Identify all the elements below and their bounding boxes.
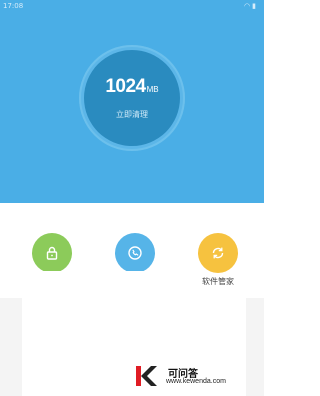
status-icons: ◠▮ [244,2,258,10]
wifi-icon: ◠ [244,2,253,10]
clean-button[interactable] [84,50,180,146]
phone-shield-icon [128,246,142,260]
junk-size-unit: MB [146,85,159,94]
watermark-url: www.kewenda.com [166,378,226,385]
software-manager-label: 软件管家 [202,277,234,286]
junk-size-value: 1024 [105,76,146,97]
tool-lock-button[interactable] [32,233,72,273]
clean-now-label: 立即清理 [116,110,148,119]
kewenda-logo [136,366,157,386]
junk-size-readout: 1024MB [84,76,180,98]
status-time: 17:08 [3,2,24,10]
battery-icon: ▮ [252,2,258,10]
tool-labels-area [22,271,172,298]
lock-icon [46,246,58,260]
tool-phone-button[interactable] [115,233,155,273]
refresh-icon [212,247,224,259]
status-bar: 17:08 ◠▮ [0,0,264,12]
software-manager-button[interactable] [198,233,238,273]
